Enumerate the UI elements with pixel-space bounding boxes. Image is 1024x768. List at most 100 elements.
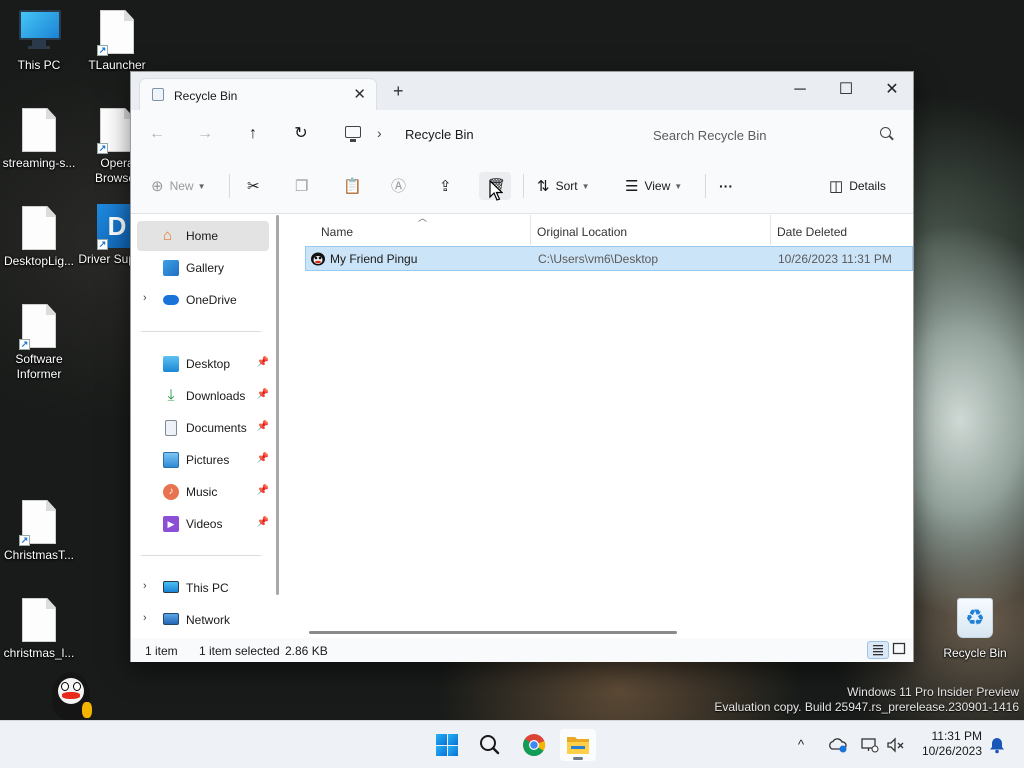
chevron-right-icon[interactable]: › bbox=[143, 612, 147, 624]
column-header-date-deleted[interactable]: Date Deleted bbox=[777, 219, 847, 245]
scissors-icon: ✂ bbox=[247, 177, 260, 195]
search-icon[interactable] bbox=[880, 127, 891, 138]
chevron-right-icon[interactable]: › bbox=[143, 292, 147, 304]
desktop-icon-streaming[interactable]: streaming-s... bbox=[0, 108, 78, 171]
nav-item-label: Desktop bbox=[186, 357, 231, 371]
file-icon: ↗ bbox=[97, 10, 137, 56]
rename-button[interactable]: Ⓐ bbox=[391, 172, 412, 200]
nav-item-home[interactable]: ⌂ Home bbox=[137, 221, 269, 251]
cut-button[interactable]: ✂ bbox=[247, 172, 266, 200]
file-explorer-button[interactable] bbox=[560, 729, 596, 761]
details-pane-icon: ◫ bbox=[829, 177, 844, 195]
up-button[interactable]: ↑ bbox=[240, 122, 266, 146]
chevron-right-icon[interactable]: › bbox=[143, 580, 147, 592]
pin-icon[interactable]: 📌 bbox=[257, 357, 269, 368]
nav-item-network[interactable]: › Network bbox=[137, 605, 269, 635]
horizontal-scrollbar[interactable] bbox=[309, 631, 677, 634]
nav-item-this-pc[interactable]: › This PC bbox=[137, 573, 269, 603]
new-tab-button[interactable]: + bbox=[393, 82, 404, 100]
tiles-view-button[interactable] bbox=[889, 641, 911, 659]
clock-date: 10/26/2023 bbox=[921, 744, 982, 758]
new-button[interactable]: ⊕ New ▼ bbox=[151, 172, 206, 200]
nav-scrollbar[interactable] bbox=[276, 215, 279, 595]
forward-button[interactable]: → bbox=[192, 122, 218, 146]
paste-button[interactable]: 📋 bbox=[343, 172, 368, 200]
home-icon: ⌂ bbox=[163, 227, 173, 244]
taskbar-clock[interactable]: 11:31 PM 10/26/2023 bbox=[922, 729, 982, 759]
back-button[interactable]: ← bbox=[144, 122, 170, 146]
view-button[interactable]: ☰ View ▼ bbox=[625, 172, 682, 200]
pin-icon[interactable]: 📌 bbox=[257, 517, 269, 528]
share-button[interactable]: ⇪ bbox=[439, 172, 458, 200]
view-lines-icon: ☰ bbox=[625, 177, 639, 195]
desktop-icon-label: This PC bbox=[17, 58, 61, 72]
nav-item-videos[interactable]: ▶ Videos 📌 bbox=[137, 509, 269, 539]
search-input[interactable] bbox=[653, 125, 873, 145]
nav-item-onedrive[interactable]: › OneDrive bbox=[137, 285, 269, 315]
copy-button[interactable]: ❐ bbox=[295, 172, 314, 200]
desktop-icon-label: Recycle Bin bbox=[943, 646, 1007, 660]
tab-recycle-bin[interactable]: Recycle Bin ✕ bbox=[139, 78, 377, 110]
close-tab-icon[interactable]: ✕ bbox=[353, 85, 366, 103]
start-button[interactable] bbox=[428, 729, 464, 761]
breadcrumb-current[interactable]: Recycle Bin bbox=[405, 127, 474, 142]
breadcrumb[interactable]: › Recycle Bin bbox=[333, 120, 629, 150]
download-arrow-icon: ⤓ bbox=[167, 387, 175, 404]
table-row[interactable]: My Friend Pingu C:\Users\vm6\Desktop 10/… bbox=[305, 246, 913, 271]
onedrive-cloud-icon bbox=[163, 295, 179, 305]
desktop-icon-tlauncher[interactable]: ↗ TLauncher bbox=[78, 10, 156, 73]
nav-item-label: This PC bbox=[186, 581, 229, 595]
nav-item-label: Pictures bbox=[186, 453, 230, 467]
details-pane-button[interactable]: ◫ Details bbox=[829, 172, 886, 200]
minimize-button[interactable]: ─ bbox=[777, 76, 823, 104]
pin-icon[interactable]: 📌 bbox=[257, 389, 269, 400]
chevron-right-icon[interactable]: › bbox=[377, 125, 382, 141]
pin-icon[interactable]: 📌 bbox=[257, 421, 269, 432]
windows-watermark: Windows 11 Pro Insider Preview Evaluatio… bbox=[714, 685, 1019, 715]
search-icon bbox=[480, 735, 500, 755]
close-button[interactable]: ✕ bbox=[869, 76, 915, 104]
nav-item-gallery[interactable]: Gallery bbox=[137, 253, 269, 283]
details-view-button[interactable] bbox=[867, 641, 889, 659]
desktop-icon-software-informer[interactable]: ↗ Software Informer bbox=[0, 304, 78, 382]
more-options-button[interactable]: ··· bbox=[719, 172, 733, 200]
show-hidden-icons-button[interactable]: ^ bbox=[798, 721, 804, 768]
windows-logo-icon bbox=[436, 734, 458, 756]
notification-bell-icon[interactable] bbox=[988, 736, 1006, 754]
pingu-file-icon bbox=[311, 252, 325, 266]
network-status-icon[interactable] bbox=[860, 737, 880, 753]
sort-button[interactable]: ⇅ Sort ▼ bbox=[537, 172, 590, 200]
desktop-icon-recycle-bin[interactable]: ♻ Recycle Bin bbox=[936, 598, 1014, 661]
refresh-button[interactable]: ↻ bbox=[288, 122, 314, 146]
maximize-button[interactable]: ☐ bbox=[823, 76, 869, 104]
desktop-icon-christmast[interactable]: ↗ ChristmasT... bbox=[0, 500, 78, 563]
nav-item-pictures[interactable]: Pictures 📌 bbox=[137, 445, 269, 475]
shortcut-arrow-icon: ↗ bbox=[97, 45, 108, 56]
shortcut-arrow-icon: ↗ bbox=[19, 339, 30, 350]
pin-icon[interactable]: 📌 bbox=[257, 485, 269, 496]
nav-item-music[interactable]: ♪ Music 📌 bbox=[137, 477, 269, 507]
address-bar: ← → ↑ ↻ › Recycle Bin bbox=[131, 110, 913, 158]
volume-muted-icon[interactable] bbox=[886, 737, 906, 753]
status-selected: 1 item selected bbox=[199, 644, 280, 658]
nav-item-documents[interactable]: Documents 📌 bbox=[137, 413, 269, 443]
music-note-icon: ♪ bbox=[163, 484, 179, 500]
desktop-icon-christmas-l[interactable]: christmas_l... bbox=[0, 598, 78, 661]
desktop-icon-label: ChristmasT... bbox=[3, 548, 74, 562]
desktop-icon-desktoplig[interactable]: DesktopLig... bbox=[0, 206, 78, 269]
pin-icon[interactable]: 📌 bbox=[257, 453, 269, 464]
view-label: View bbox=[644, 179, 671, 193]
share-icon: ⇪ bbox=[439, 177, 452, 195]
file-icon bbox=[19, 108, 59, 152]
search-button[interactable] bbox=[472, 729, 508, 761]
cell-date-deleted: 10/26/2023 11:31 PM bbox=[778, 252, 892, 266]
chrome-button[interactable] bbox=[516, 729, 552, 761]
desktop-icon-this-pc[interactable]: This PC bbox=[0, 10, 78, 73]
nav-item-downloads[interactable]: ⤓ Downloads 📌 bbox=[137, 381, 269, 411]
clipboard-icon: 📋 bbox=[343, 177, 362, 195]
column-header-name[interactable]: Name bbox=[321, 219, 353, 245]
nav-item-desktop[interactable]: Desktop 📌 bbox=[137, 349, 269, 379]
column-header-original-location[interactable]: Original Location bbox=[537, 219, 627, 245]
onedrive-sync-icon[interactable] bbox=[828, 737, 848, 753]
status-item-count: 1 item bbox=[145, 644, 178, 658]
